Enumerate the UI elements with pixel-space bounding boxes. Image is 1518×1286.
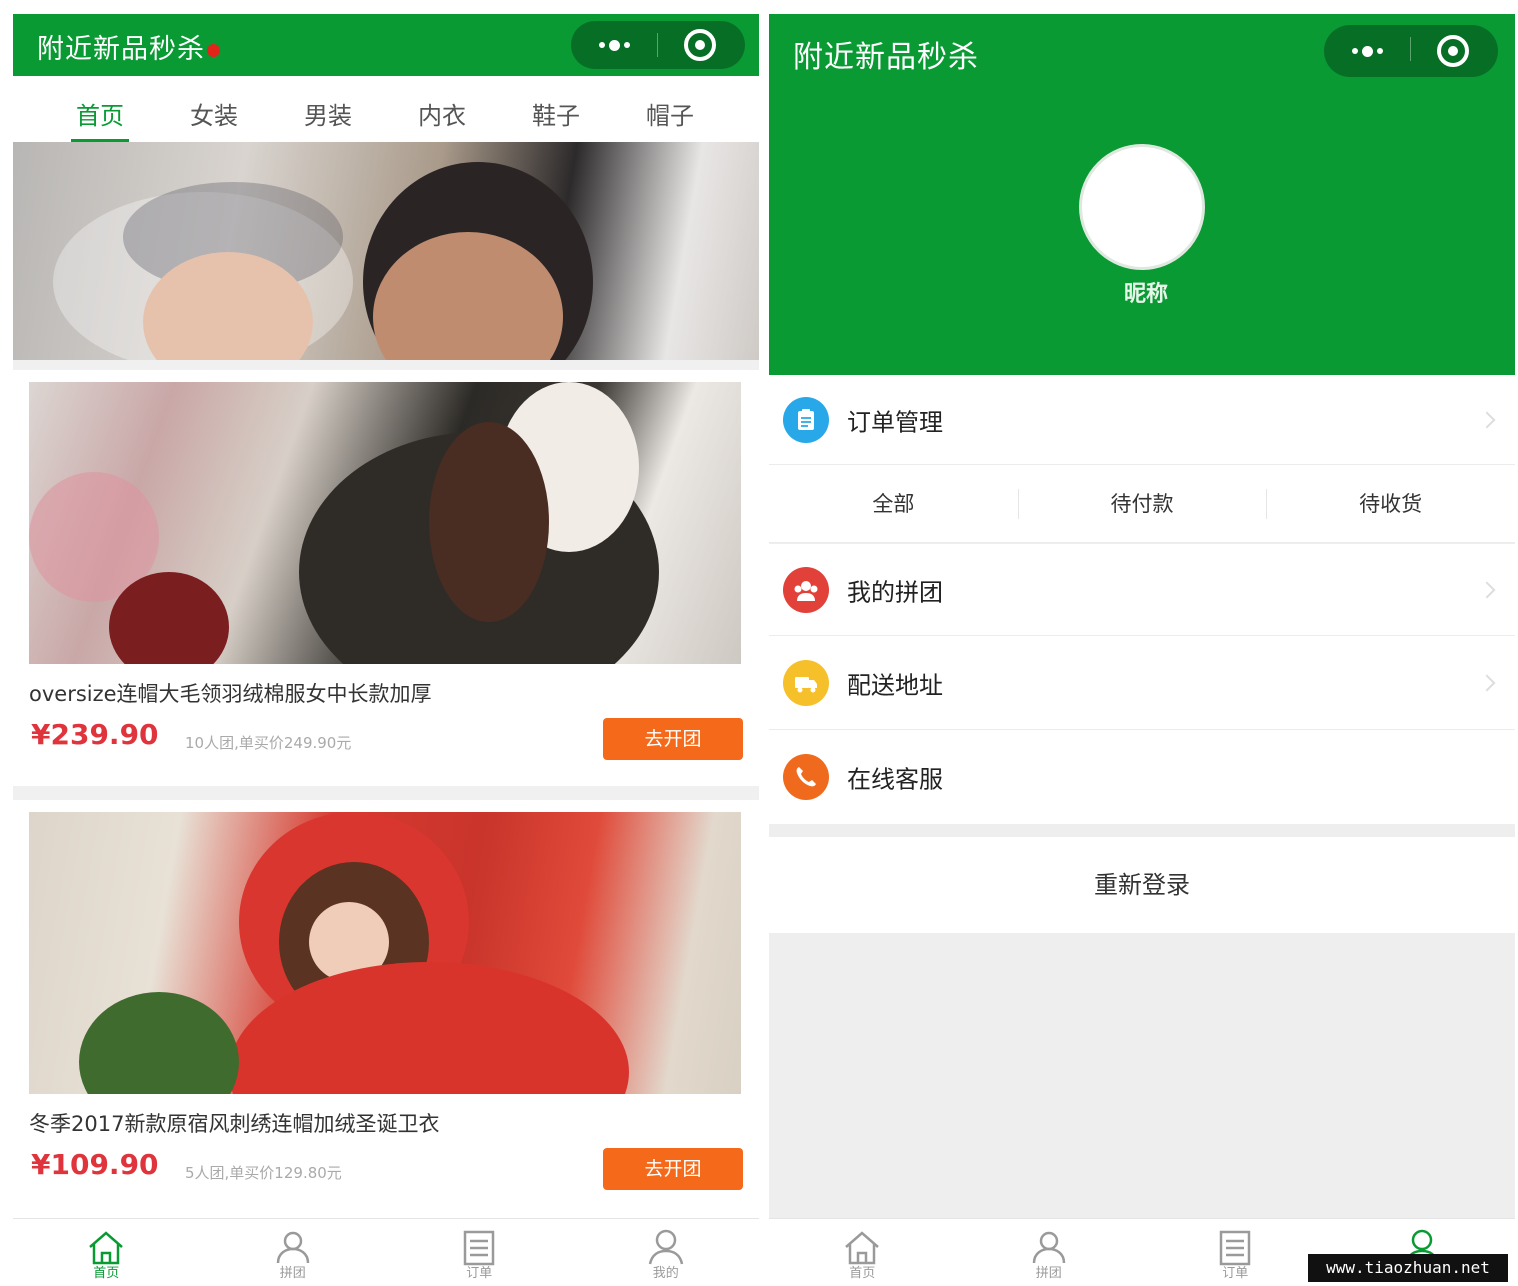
close-icon[interactable] (1437, 35, 1469, 67)
group-icon (276, 1231, 309, 1264)
tab-men[interactable]: 男装 (271, 76, 385, 142)
order-tab-pending-receipt[interactable]: 待收货 (1266, 465, 1515, 542)
user-icon (648, 1229, 683, 1265)
product-price: ¥239.90 (31, 718, 159, 751)
menu-item-customer-service[interactable]: 在线客服 (769, 730, 1515, 824)
order-tab-pending-payment[interactable]: 待付款 (1017, 465, 1267, 542)
order-status-tabs: 全部 待付款 待收货 (769, 465, 1515, 543)
group-icon (1032, 1231, 1065, 1264)
home-icon (89, 1231, 124, 1265)
product-title: oversize连帽大毛领羽绒棉服女中长款加厚 (29, 682, 432, 706)
more-icon[interactable] (571, 21, 657, 69)
mini-program-capsule (1324, 25, 1498, 77)
home-screen: 附近新品秒杀 首页 女装 男装 内衣 鞋子 帽子 oversize连帽大毛领羽绒… (13, 14, 759, 1286)
tab-women[interactable]: 女装 (157, 76, 271, 142)
notification-dot (207, 44, 220, 57)
chevron-right-icon (1478, 674, 1496, 691)
page-title: 附近新品秒杀 (37, 27, 220, 66)
order-tab-all[interactable]: 全部 (769, 465, 1018, 542)
avatar[interactable] (1079, 144, 1205, 270)
chevron-right-icon (1478, 581, 1496, 598)
more-icon[interactable] (1324, 25, 1410, 77)
product-price: ¥109.90 (31, 1148, 159, 1181)
tabbar-mine[interactable]: 我的 (573, 1219, 760, 1286)
order-section: 订单管理 全部 待付款 待收货 (769, 375, 1515, 543)
tab-home[interactable]: 首页 (43, 76, 157, 142)
start-group-button[interactable]: 去开团 (603, 718, 743, 760)
tabbar-group[interactable]: 拼团 (200, 1219, 387, 1286)
group-info: 10人团,单买价249.90元 (185, 734, 352, 752)
tabbar-home[interactable]: 首页 (769, 1219, 956, 1286)
truck-icon (783, 659, 829, 706)
tabbar-orders[interactable]: 订单 (1142, 1219, 1329, 1286)
mini-program-capsule (571, 21, 745, 69)
category-tabs: 首页 女装 男装 内衣 鞋子 帽子 (13, 76, 759, 142)
close-icon[interactable] (684, 29, 716, 61)
relogin-button[interactable]: 重新登录 (769, 837, 1515, 933)
list-icon (1220, 1230, 1251, 1266)
menu-item-orders[interactable]: 订单管理 (769, 375, 1515, 465)
tabbar-home[interactable]: 首页 (13, 1219, 200, 1286)
phone-icon (783, 754, 829, 800)
menu-item-my-group[interactable]: 我的拼团 (769, 544, 1515, 636)
banner-image[interactable] (13, 142, 759, 360)
bottom-tab-bar: 首页 拼团 订单 我的 (13, 1218, 759, 1286)
menu-item-address[interactable]: 配送地址 (769, 636, 1515, 730)
tabbar-orders[interactable]: 订单 (386, 1219, 573, 1286)
product-title: 冬季2017新款原宿风刺绣连帽加绒圣诞卫衣 (29, 1112, 440, 1136)
menu-list: 我的拼团 配送地址 在线客服 (769, 544, 1515, 824)
product-card[interactable]: oversize连帽大毛领羽绒棉服女中长款加厚 ¥239.90 10人团,单买价… (13, 370, 759, 786)
product-card[interactable]: 冬季2017新款原宿风刺绣连帽加绒圣诞卫衣 ¥109.90 5人团,单买价129… (13, 800, 759, 1218)
nav-bar: 附近新品秒杀 (13, 14, 759, 76)
tabbar-group[interactable]: 拼团 (956, 1219, 1143, 1286)
group-icon (783, 566, 829, 613)
tab-shoes[interactable]: 鞋子 (499, 76, 613, 142)
page-title: 附近新品秒杀 (793, 40, 979, 75)
tab-hats[interactable]: 帽子 (613, 76, 727, 142)
product-image[interactable] (29, 812, 741, 1094)
tab-underwear[interactable]: 内衣 (385, 76, 499, 142)
start-group-button[interactable]: 去开团 (603, 1148, 743, 1190)
product-image[interactable] (29, 382, 741, 664)
username: 昵称 (1123, 282, 1168, 307)
chevron-right-icon (1478, 411, 1496, 428)
site-watermark: www.tiaozhuan.net (1308, 1254, 1508, 1282)
list-icon (464, 1230, 495, 1266)
home-icon (845, 1231, 880, 1265)
group-info: 5人团,单买价129.80元 (185, 1164, 342, 1182)
profile-header: 附近新品秒杀 昵称 (769, 14, 1515, 375)
clipboard-icon (783, 396, 829, 443)
profile-screen: 附近新品秒杀 昵称 订单管理 全部 待付款 待收货 我的拼团 配送地址 在线客服… (769, 14, 1515, 1286)
